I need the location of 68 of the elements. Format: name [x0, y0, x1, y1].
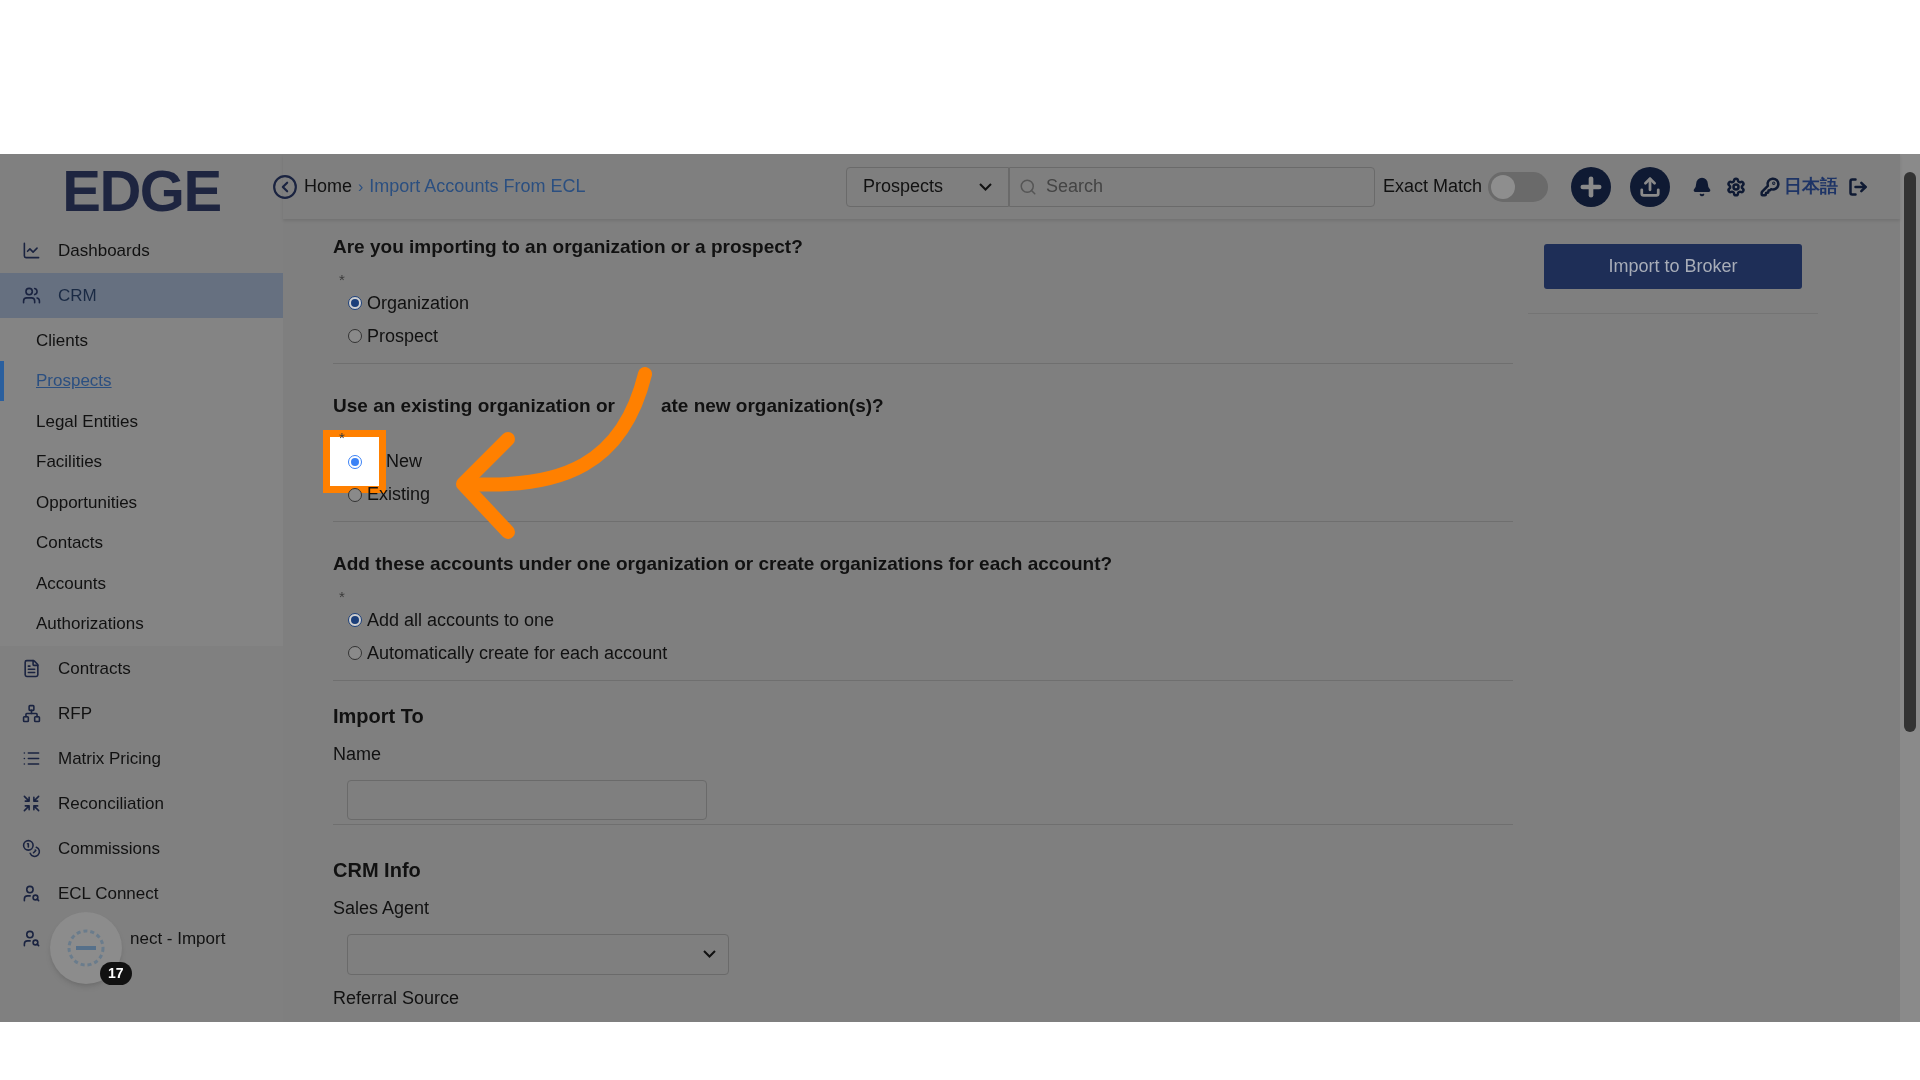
sidebar-item[interactable]: Reconciliation [0, 781, 283, 826]
upload-button[interactable] [1630, 166, 1671, 207]
search-field[interactable]: Search [1009, 166, 1375, 207]
radio-label: Existing [367, 483, 431, 506]
scope-select[interactable]: Prospects [846, 166, 1009, 207]
section-title: CRM Info [333, 857, 422, 883]
breadcrumb-separator: › [358, 176, 364, 197]
submenu-item[interactable]: Accounts [0, 563, 283, 604]
submenu-item[interactable]: Legal Entities [0, 401, 283, 442]
radio-button[interactable] [347, 454, 362, 469]
submenu-item[interactable]: Facilities [0, 441, 283, 482]
language-link[interactable]: 日本語 [1784, 173, 1839, 200]
submenu-item[interactable]: Opportunities [0, 482, 283, 523]
question-title: Are you importing to an organization or a prospect? [333, 235, 803, 259]
user-search-icon [22, 929, 41, 948]
breadcrumb-link[interactable]: Home [304, 173, 352, 200]
sidebar-item[interactable]: Matrix Pricing [0, 736, 283, 781]
question-title: Use an existing organization or [333, 393, 615, 418]
exact-match-toggle[interactable] [1488, 171, 1549, 202]
sidebar-item[interactable]: Commissions [0, 826, 283, 871]
field-label: Name [333, 742, 382, 766]
exact-match-label: Exact Match [1383, 175, 1483, 198]
key-icon[interactable] [1760, 176, 1781, 197]
back-icon[interactable] [272, 173, 298, 200]
submenu-item[interactable]: Clients [0, 320, 283, 361]
radio-label: Prospect [367, 324, 439, 348]
logout-icon[interactable] [1848, 176, 1869, 197]
user-search-icon [22, 884, 41, 903]
upload-icon [1639, 175, 1662, 198]
chevron-down-icon [703, 950, 716, 958]
radio-label: Organization [367, 291, 470, 315]
radio-button[interactable] [348, 646, 362, 660]
radio-label: Add all accounts to one [367, 608, 555, 632]
bell-icon[interactable] [1692, 176, 1713, 197]
chevron-down-icon [979, 182, 992, 191]
section-title: Import To [333, 703, 425, 729]
sidebar-item[interactable]: nect - Import [0, 916, 283, 961]
sidebar-item[interactable]: CRM [0, 273, 283, 318]
question-title: ate new organization(s)? [660, 393, 884, 418]
submenu-item[interactable]: Contacts [0, 522, 283, 563]
field-label: Sales Agent [333, 896, 431, 920]
sidebar-item[interactable]: ECL Connect [0, 871, 283, 916]
shrink-icon [22, 794, 41, 813]
required-marker: * [339, 588, 345, 604]
users-icon [22, 286, 41, 305]
field-label: Referral Source [333, 986, 461, 1010]
settings-icon[interactable] [1726, 176, 1747, 197]
radio-button[interactable] [348, 613, 362, 627]
coins-icon [22, 839, 41, 858]
radio-label: New [386, 450, 422, 473]
list-icon [22, 749, 41, 768]
required-marker: * [339, 271, 345, 287]
sidebar-item[interactable]: RFP [0, 691, 283, 736]
search-icon [1019, 177, 1037, 196]
sidebar-item[interactable]: Contracts [0, 646, 283, 691]
radio-button[interactable] [348, 296, 362, 310]
question-title: Add these accounts under one organization or create organizations for each account? [333, 552, 1113, 576]
add-button[interactable] [1571, 166, 1612, 207]
import-to-broker-button[interactable]: Import to Broker [1544, 244, 1802, 289]
notification-badge: 17 [100, 962, 132, 985]
sidebar-item[interactable]: Dashboards [0, 228, 283, 273]
submenu-item[interactable]: Authorizations [0, 603, 283, 644]
radio-button[interactable] [348, 329, 362, 343]
network-icon [22, 704, 41, 723]
document-icon [22, 659, 41, 678]
chart-icon [22, 241, 41, 260]
logo: EDGE [62, 162, 221, 220]
radio-label: Automatically create for each account [367, 641, 668, 665]
